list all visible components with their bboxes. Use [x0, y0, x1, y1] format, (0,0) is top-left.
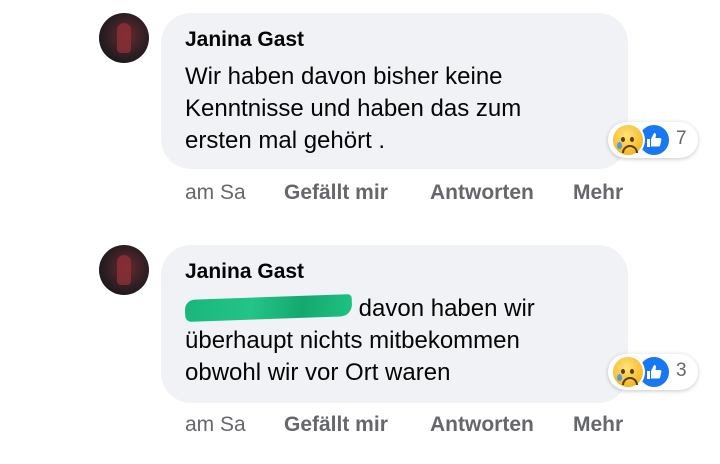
sad-icon [611, 355, 645, 389]
comment-2: Janina Gast davon haben wir überhaupt ni… [0, 232, 720, 464]
reaction-count: 3 [676, 360, 687, 381]
redaction-scribble [184, 294, 353, 322]
sad-icon [611, 123, 645, 157]
more-button[interactable]: Mehr [573, 413, 623, 437]
reaction-summary[interactable]: 7 [608, 122, 698, 158]
comment-text-line1: davon haben wir [352, 295, 535, 322]
comment-bubble: Janina Gast davon haben wir überhaupt ni… [161, 245, 628, 403]
avatar[interactable] [99, 13, 149, 63]
reaction-count: 7 [676, 128, 687, 149]
author-name[interactable]: Janina Gast [185, 259, 604, 285]
reply-button[interactable]: Antworten [430, 181, 534, 205]
more-button[interactable]: Mehr [573, 181, 623, 205]
like-button[interactable]: Gefällt mir [284, 413, 388, 437]
comment-text: davon haben wir überhaupt nichts mitbeko… [184, 293, 604, 389]
reaction-summary[interactable]: 3 [608, 354, 698, 390]
comment-text: Wir haben davon bisher keine Kenntnisse … [185, 63, 522, 154]
comment-1: Janina Gast Wir haben davon bisher keine… [0, 0, 720, 232]
avatar[interactable] [99, 245, 149, 295]
timestamp[interactable]: am Sa [185, 413, 246, 437]
comment-text-rest: überhaupt nichts mitbekommen obwohl wir … [185, 327, 520, 386]
like-button[interactable]: Gefällt mir [284, 181, 388, 205]
reply-button[interactable]: Antworten [430, 413, 534, 437]
author-name[interactable]: Janina Gast [185, 27, 604, 53]
comment-bubble: Janina Gast Wir haben davon bisher keine… [161, 13, 628, 169]
timestamp[interactable]: am Sa [185, 181, 246, 205]
